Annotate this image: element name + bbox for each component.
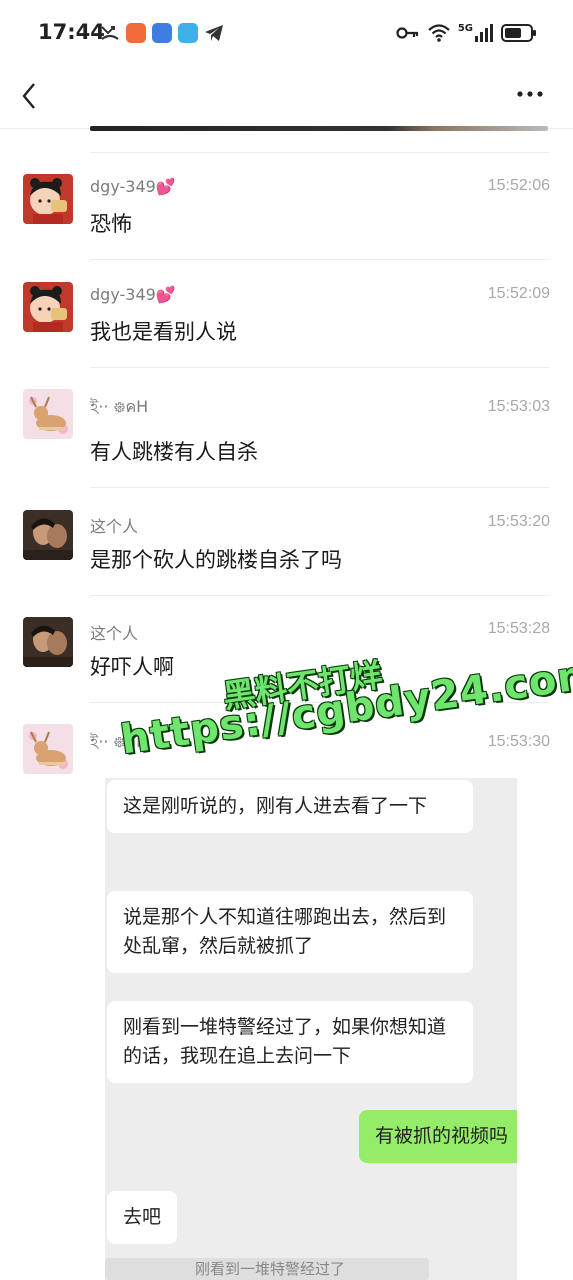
- screenshot-bubble: 说是那个人不知道往哪跑出去，然后到处乱窜，然后就被抓了: [107, 891, 473, 973]
- divider: [90, 487, 549, 488]
- message-time: 15:53:30: [487, 733, 550, 750]
- deer-avatar-icon: [23, 389, 73, 439]
- wifi-icon: [428, 24, 450, 42]
- screenshot-quote: 刚看到一堆特警经过了: [105, 1258, 429, 1280]
- sender-name: dgy-349💕: [90, 177, 176, 196]
- key-icon: [396, 27, 418, 39]
- network-type: 5G: [457, 22, 473, 34]
- sender-name: 这个人: [90, 624, 139, 643]
- avatar[interactable]: [23, 617, 73, 667]
- shopping-app-icon: [126, 23, 146, 43]
- back-button[interactable]: [18, 76, 48, 116]
- message-time: 15:53:03: [487, 398, 550, 415]
- screenshot-bubble-sent: 有被抓的视频吗: [359, 1110, 517, 1163]
- message-text[interactable]: 是那个砍人的跳楼自杀了吗: [90, 544, 342, 574]
- avatar[interactable]: [23, 174, 73, 224]
- photo-avatar-icon: [23, 510, 73, 560]
- more-options-button[interactable]: [515, 82, 549, 106]
- message-text[interactable]: 我也是看别人说: [90, 316, 237, 346]
- cartoon-girl-avatar-icon: [23, 174, 73, 224]
- message-time: 15:53:20: [487, 513, 550, 530]
- photo-avatar-icon: [23, 617, 73, 667]
- message-text[interactable]: 有人跳楼有人自杀: [90, 436, 258, 466]
- book-app-icon: [178, 23, 198, 43]
- more-horizontal-icon: [517, 91, 543, 97]
- previous-media-preview[interactable]: [90, 126, 548, 131]
- avatar[interactable]: [23, 389, 73, 439]
- missed-call-icon: [101, 26, 119, 40]
- avatar[interactable]: [23, 282, 73, 332]
- message-time: 15:52:09: [487, 285, 550, 302]
- divider: [90, 152, 549, 153]
- screenshot-bubble: 这是刚听说的，刚有人进去看了一下: [107, 780, 473, 833]
- signal-icon: [475, 24, 493, 42]
- sender-name: dgy-349💕: [90, 285, 176, 304]
- sender-name: 这个人: [90, 517, 139, 536]
- divider: [90, 367, 549, 368]
- avatar[interactable]: [23, 724, 73, 774]
- divider: [90, 595, 549, 596]
- screenshot-bubble: 刚看到一堆特警经过了，如果你想知道的话，我现在追上去问一下: [107, 1001, 473, 1083]
- screenshot-bubble: 去吧: [107, 1191, 178, 1244]
- status-bar: 17:44 5G: [0, 0, 573, 64]
- sender-name: ই·· ᪥คH: [90, 397, 149, 416]
- chevron-left-icon: [22, 83, 35, 109]
- message-time: 15:52:06: [487, 177, 550, 194]
- deer-avatar-icon: [23, 724, 73, 774]
- status-time: 17:44: [38, 20, 105, 44]
- notification-icons: [100, 22, 224, 44]
- message-text[interactable]: 好吓人啊: [90, 651, 174, 681]
- battery-icon: [501, 24, 536, 42]
- message-time: 15:53:28: [487, 620, 550, 637]
- navigation-bar: [0, 64, 573, 129]
- blue-app-icon: [152, 23, 172, 43]
- chat-screenshot-image[interactable]: 这是刚听说的，刚有人进去看了一下 说是那个人不知道往哪跑出去，然后到处乱窜，然后…: [105, 778, 517, 1280]
- message-text[interactable]: 恐怖: [90, 208, 132, 238]
- cartoon-girl-avatar-icon: [23, 282, 73, 332]
- system-icons: 5G: [396, 22, 537, 44]
- divider: [90, 259, 549, 260]
- telegram-icon: [205, 25, 223, 41]
- avatar[interactable]: [23, 510, 73, 560]
